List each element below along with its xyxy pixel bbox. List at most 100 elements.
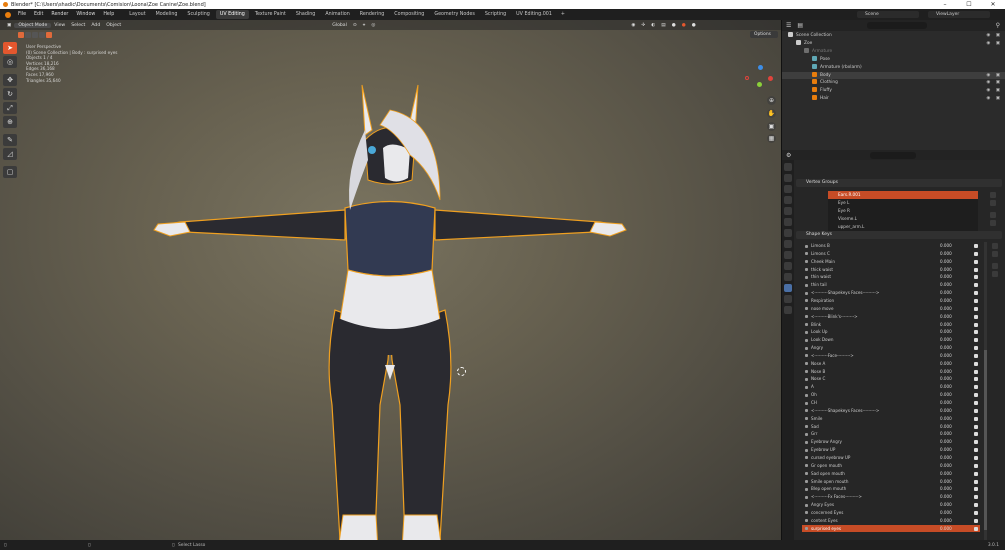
shape-key-value[interactable]: 0.000 bbox=[940, 446, 952, 454]
particles-tab-icon[interactable] bbox=[784, 251, 792, 259]
tab-uv-editing-001[interactable]: UV Editing.001 bbox=[512, 10, 556, 19]
viewport-menu-view[interactable]: View bbox=[51, 23, 68, 28]
shape-key-mute-checkbox[interactable] bbox=[974, 267, 978, 272]
gizmo-neg-x-axis-icon[interactable] bbox=[745, 76, 749, 80]
shape-key-mute-checkbox[interactable] bbox=[974, 432, 978, 437]
3d-cursor-icon[interactable] bbox=[457, 367, 466, 376]
menu-window[interactable]: Window bbox=[72, 9, 99, 20]
gizmo-y-axis-icon[interactable] bbox=[757, 82, 762, 87]
vertex-group-item[interactable]: upper_arm.L bbox=[828, 223, 978, 231]
sk-remove-button[interactable] bbox=[992, 251, 998, 257]
shape-key-mute-checkbox[interactable] bbox=[974, 526, 978, 531]
vertex-group-item[interactable]: Eye L bbox=[828, 199, 978, 207]
world-tab-icon[interactable] bbox=[784, 218, 792, 226]
transform-orientation-dropdown[interactable]: Global bbox=[329, 23, 350, 28]
shape-key-row[interactable]: <---------Face---------> 0.000 bbox=[802, 352, 980, 360]
outliner-search-input[interactable] bbox=[867, 22, 927, 29]
tab-sculpting[interactable]: Sculpting bbox=[183, 10, 213, 19]
shape-key-row[interactable]: Cheek Main 0.000 bbox=[802, 258, 980, 266]
viewport-menu-add[interactable]: Add bbox=[88, 23, 103, 28]
outliner-row[interactable]: Armature bbox=[782, 47, 1005, 56]
shape-key-row[interactable]: Smile open mouth 0.000 bbox=[802, 478, 980, 486]
shape-key-mute-checkbox[interactable] bbox=[974, 314, 978, 319]
visibility-toggle-icon[interactable]: ◉ ▣ bbox=[986, 32, 1002, 40]
pivot-icon[interactable]: ⊙ bbox=[350, 23, 360, 28]
tab-layout[interactable]: Layout bbox=[125, 10, 149, 19]
vertex-group-item[interactable]: Ears.R.001 bbox=[828, 191, 978, 199]
shape-key-mute-checkbox[interactable] bbox=[974, 251, 978, 256]
object-data-tab-icon[interactable] bbox=[784, 284, 792, 292]
sk-move-down-button[interactable] bbox=[992, 271, 998, 277]
shape-key-mute-checkbox[interactable] bbox=[974, 275, 978, 280]
material-tab-icon[interactable] bbox=[784, 295, 792, 303]
xray-icon[interactable]: ▤ bbox=[658, 23, 668, 28]
shape-key-mute-checkbox[interactable] bbox=[974, 259, 978, 264]
shape-key-row[interactable]: <---------Shapekeys Faces---------> 0.000 bbox=[802, 407, 980, 415]
shape-key-row[interactable]: Eyebrow UP 0.000 bbox=[802, 446, 980, 454]
shape-key-value[interactable]: 0.000 bbox=[940, 478, 952, 486]
scene-selector[interactable]: Scene bbox=[857, 11, 919, 18]
add-cube-tool-icon[interactable]: ▢ bbox=[3, 166, 17, 178]
shape-key-row[interactable]: Nose B 0.000 bbox=[802, 368, 980, 376]
options-dropdown[interactable]: Options bbox=[750, 31, 778, 38]
shape-key-row[interactable]: Look Up 0.000 bbox=[802, 328, 980, 336]
shape-key-row[interactable]: Eyebrow Angry 0.000 bbox=[802, 438, 980, 446]
tab-scripting[interactable]: Scripting bbox=[481, 10, 510, 19]
shape-key-row[interactable]: Nose C 0.000 bbox=[802, 375, 980, 383]
shape-key-mute-checkbox[interactable] bbox=[974, 479, 978, 484]
tab-shading[interactable]: Shading bbox=[292, 10, 320, 19]
visibility-icon[interactable]: ◉ bbox=[628, 23, 638, 28]
shape-key-value[interactable]: 0.000 bbox=[940, 321, 952, 329]
viewport-menu-select[interactable]: Select bbox=[68, 23, 88, 28]
visibility-toggle-icon[interactable]: ◉ ▣ bbox=[986, 40, 1002, 48]
camera-view-icon[interactable]: ▣ bbox=[767, 122, 776, 131]
proportional-edit-icon[interactable]: ◎ bbox=[368, 23, 378, 28]
minimize-button[interactable]: – bbox=[933, 0, 957, 9]
shading-solid-icon[interactable]: ● bbox=[669, 23, 679, 28]
shape-key-row[interactable]: thick waist 0.000 bbox=[802, 266, 980, 274]
menu-edit[interactable]: Edit bbox=[30, 9, 47, 20]
shape-key-mute-checkbox[interactable] bbox=[974, 424, 978, 429]
shape-key-value[interactable]: 0.000 bbox=[940, 462, 952, 470]
properties-search-input[interactable] bbox=[870, 151, 916, 159]
shape-key-row[interactable]: Respiration 0.000 bbox=[802, 297, 980, 305]
outliner-row[interactable]: Hair ◉ ▣ bbox=[782, 95, 1005, 103]
shape-key-mute-checkbox[interactable] bbox=[974, 369, 978, 374]
shape-key-mute-checkbox[interactable] bbox=[974, 416, 978, 421]
shape-keys-scroll-thumb[interactable] bbox=[984, 350, 987, 530]
menu-file[interactable]: File bbox=[14, 9, 30, 20]
add-workspace-button[interactable]: + bbox=[558, 10, 568, 19]
vg-add-button[interactable] bbox=[990, 192, 996, 198]
shape-key-mute-checkbox[interactable] bbox=[974, 487, 978, 492]
shape-key-mute-checkbox[interactable] bbox=[974, 503, 978, 508]
viewport-menu-object[interactable]: Object bbox=[103, 23, 124, 28]
cursor-tool-icon[interactable]: ◎ bbox=[3, 56, 17, 68]
tab-geometry-nodes[interactable]: Geometry Nodes bbox=[430, 10, 478, 19]
object-mode-dropdown[interactable]: Object Mode bbox=[14, 22, 52, 28]
shape-key-row[interactable]: Blink 0.000 bbox=[802, 321, 980, 329]
shape-key-value[interactable]: 0.000 bbox=[940, 273, 952, 281]
shape-key-mute-checkbox[interactable] bbox=[974, 401, 978, 405]
annotate-tool-icon[interactable]: ✎ bbox=[3, 134, 17, 146]
shape-key-row[interactable]: surprised eyes 0.000 bbox=[802, 524, 980, 533]
visibility-toggle-icon[interactable]: ◉ ▣ bbox=[986, 95, 1002, 103]
ortho-grid-icon[interactable]: ▦ bbox=[767, 134, 776, 143]
shape-key-value[interactable]: 0.000 bbox=[940, 360, 952, 368]
shape-key-row[interactable]: Smile 0.000 bbox=[802, 415, 980, 423]
tab-texture-paint[interactable]: Texture Paint bbox=[251, 10, 290, 19]
outliner-row[interactable]: Zoe ◉ ▣ bbox=[782, 39, 1005, 48]
shape-key-value[interactable]: 0.000 bbox=[940, 375, 952, 383]
shape-key-value[interactable]: 0.000 bbox=[940, 423, 952, 431]
shape-key-row[interactable]: CH 0.000 bbox=[802, 399, 980, 407]
shape-key-mute-checkbox[interactable] bbox=[974, 346, 978, 351]
shape-key-mute-checkbox[interactable] bbox=[974, 393, 978, 398]
outliner-row[interactable]: Body ◉ ▣ bbox=[782, 71, 1005, 80]
shape-key-value[interactable]: 0.000 bbox=[940, 485, 952, 493]
tab-uv-editing[interactable]: UV Editing bbox=[215, 10, 249, 19]
shape-key-row[interactable]: thin waist 0.000 bbox=[802, 273, 980, 281]
select-mode-new-icon[interactable] bbox=[18, 31, 24, 38]
sk-add-button[interactable] bbox=[992, 243, 998, 249]
shape-key-mute-checkbox[interactable] bbox=[974, 291, 978, 296]
shape-key-row[interactable]: Gr open mouth 0.000 bbox=[802, 462, 980, 470]
output-tab-icon[interactable] bbox=[784, 185, 792, 193]
